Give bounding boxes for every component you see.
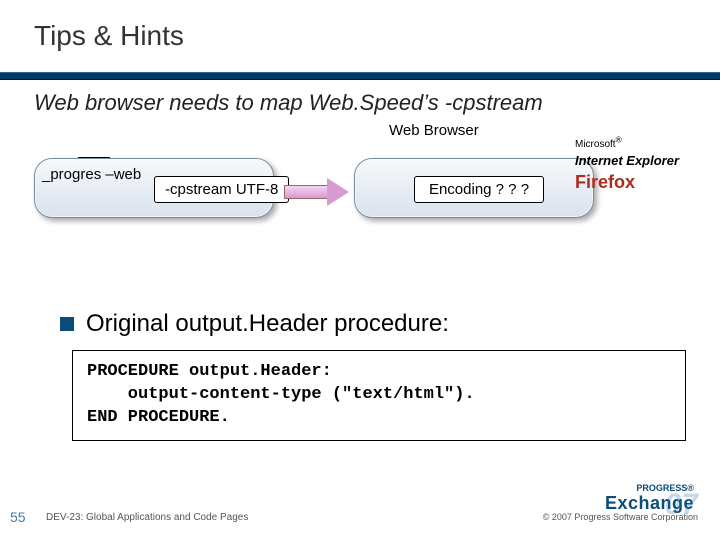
slide-subtitle: Web browser needs to map Web.Speed’s -cp… [0,80,720,116]
footer: 55 DEV-23: Global Applications and Code … [0,500,720,540]
right-box-caption: Web Browser [389,122,479,139]
divider-bar [0,72,720,80]
bullet-icon [60,317,74,331]
cpstream-box: -cpstream UTF-8 [154,176,289,203]
encoding-box: Encoding ? ? ? [414,176,544,203]
bullet-1-text: Original output.Header procedure: [86,310,449,338]
arrow-icon [284,178,348,206]
browser-logos: Microsoft® Internet Explorer Firefox [575,134,679,196]
slide-title: Tips & Hints [34,20,184,52]
firefox-logo: Firefox [575,170,679,195]
copyright: © 2007 Progress Software Corporation [543,512,698,522]
code-block: PROCEDURE output.Header: output-content-… [72,350,686,441]
progres-label: _progres –web [42,166,141,183]
bullet-1: Original output.Header procedure: [60,310,686,338]
footer-session: DEV-23: Global Applications and Code Pag… [40,512,543,523]
ie-logo: Microsoft® Internet Explorer [575,134,679,170]
page-number: 55 [10,509,40,525]
